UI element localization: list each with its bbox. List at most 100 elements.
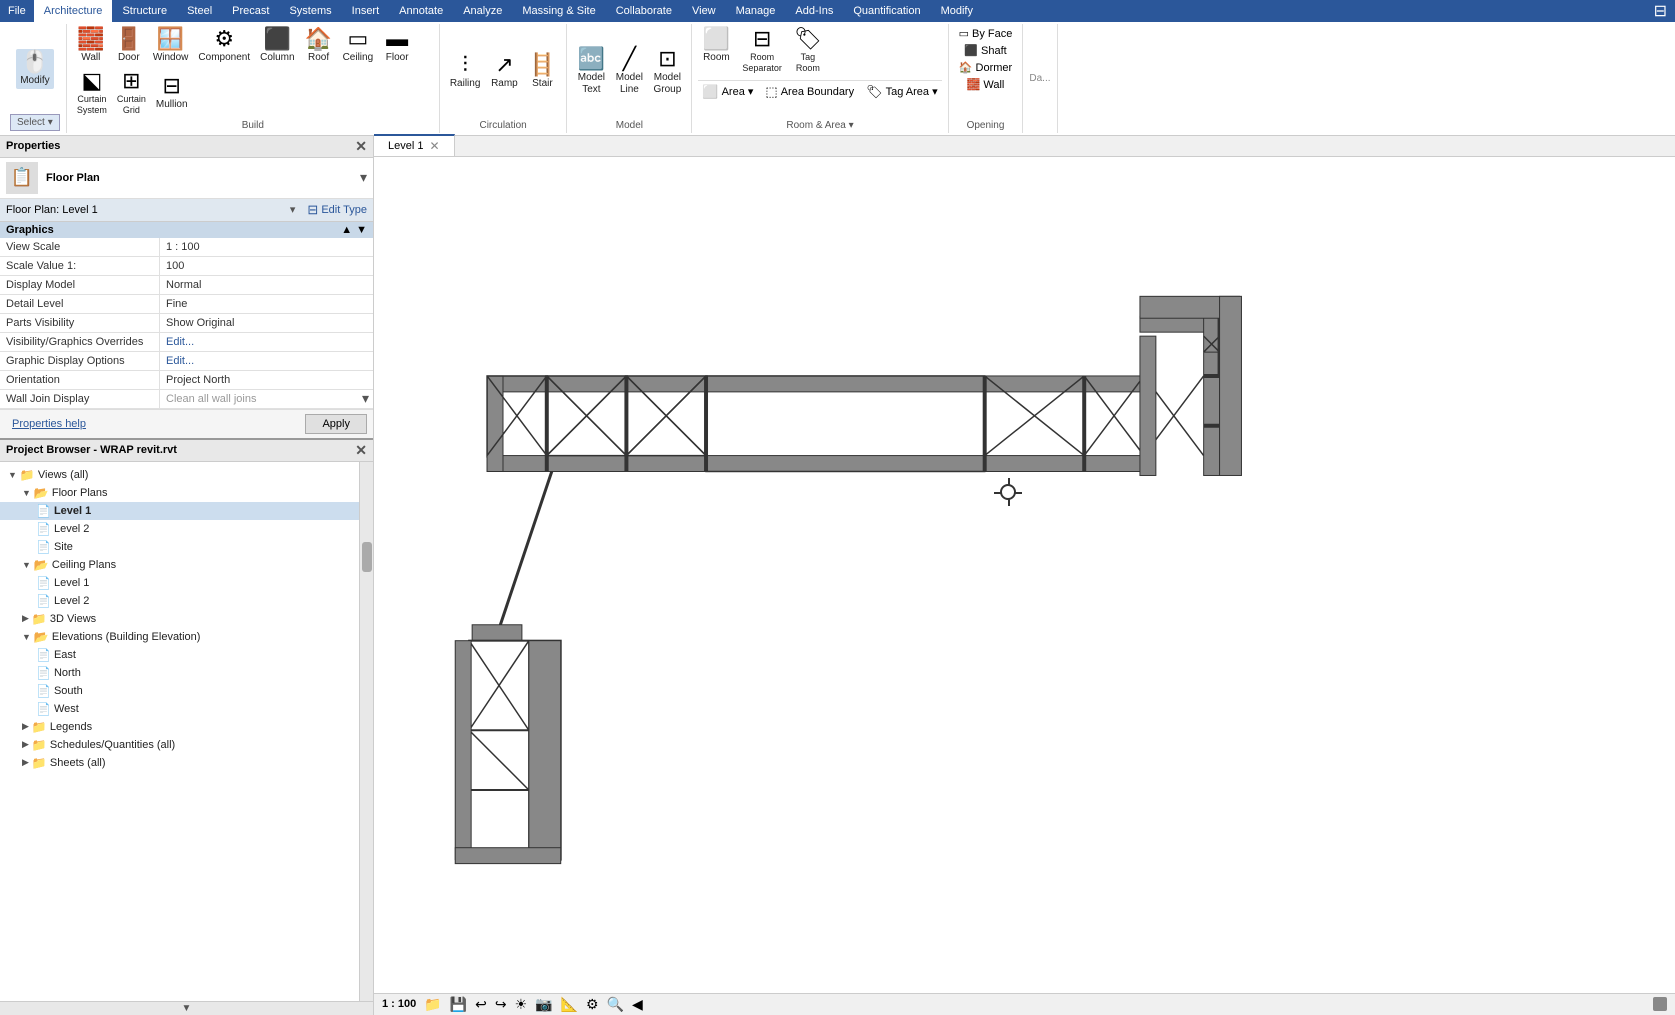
tab-analyze[interactable]: Analyze: [453, 0, 512, 22]
project-browser-close-button[interactable]: ✕: [355, 442, 367, 459]
status-icon-more2[interactable]: 🔍: [607, 996, 624, 1013]
expand-ceiling-plans-icon: ▼: [22, 560, 31, 570]
room-button[interactable]: ⬜ Room: [698, 26, 734, 76]
dormer-button[interactable]: 🏠 Dormer: [955, 60, 1016, 75]
stair-button[interactable]: 🪜 Stair: [524, 52, 560, 92]
tree-west[interactable]: 📄 West: [0, 700, 359, 718]
model-group-button[interactable]: ⊡ ModelGroup: [649, 46, 685, 98]
tab-systems[interactable]: Systems: [279, 0, 341, 22]
tree-views-all[interactable]: ▼ 📁 Views (all): [0, 466, 359, 484]
tab-structure[interactable]: Structure: [112, 0, 177, 22]
status-nav-left[interactable]: ◀: [632, 996, 643, 1013]
tab-quantification[interactable]: Quantification: [843, 0, 930, 22]
model-text-button[interactable]: 🔤 ModelText: [573, 46, 609, 98]
room-separator-button[interactable]: ⊟ RoomSeparator: [738, 26, 786, 76]
modify-button[interactable]: 🖱️ Modify: [16, 49, 53, 89]
tree-elevations[interactable]: ▼ 📂 Elevations (Building Elevation): [0, 628, 359, 646]
canvas-status-bar: 1 : 100 📁 💾 ↩ ↪ ☀ 📷 📐 ⚙ 🔍 ◀: [374, 993, 1675, 1015]
floor-plan-level-dropdown[interactable]: ▾: [290, 203, 296, 216]
ceiling-button[interactable]: ▭ Ceiling: [339, 26, 378, 66]
expand-floor-plans-icon: ▼: [22, 488, 31, 498]
ceiling-level2-icon: 📄: [36, 594, 51, 608]
tag-room-button[interactable]: 🏷 TagRoom: [790, 26, 826, 76]
tree-ceiling-level1[interactable]: 📄 Level 1: [0, 574, 359, 592]
window-button[interactable]: 🪟 Window: [149, 26, 193, 66]
status-icon-redo[interactable]: ↪: [495, 996, 507, 1013]
tree-floor-plans[interactable]: ▼ 📂 Floor Plans: [0, 484, 359, 502]
wall-button[interactable]: 🧱 Wall: [73, 26, 109, 66]
graphic-display-edit-button[interactable]: Edit...: [160, 352, 373, 370]
tree-legends[interactable]: ▶ 📁 Legends: [0, 718, 359, 736]
canvas-tab-level1[interactable]: Level 1 ✕: [374, 134, 455, 156]
railing-icon: ⫶: [462, 54, 468, 76]
properties-close-button[interactable]: ✕: [355, 138, 367, 155]
tree-schedules[interactable]: ▶ 📁 Schedules/Quantities (all): [0, 736, 359, 754]
section-expand-icon[interactable]: ▼: [356, 224, 367, 236]
tab-insert[interactable]: Insert: [342, 0, 390, 22]
elevations-label: Elevations (Building Elevation): [52, 631, 201, 643]
tree-east[interactable]: 📄 East: [0, 646, 359, 664]
status-icon-camera[interactable]: 📷: [535, 996, 552, 1013]
status-icon-folder[interactable]: 📁: [424, 996, 441, 1013]
tab-precast[interactable]: Precast: [222, 0, 279, 22]
door-button[interactable]: 🚪 Door: [111, 26, 147, 66]
status-icon-undo[interactable]: ↩: [475, 996, 487, 1013]
select-button[interactable]: Select ▾: [10, 114, 60, 131]
tab-file[interactable]: File: [0, 0, 34, 22]
tab-steel[interactable]: Steel: [177, 0, 222, 22]
ribbon-toggle[interactable]: ⊟: [1654, 1, 1667, 21]
tree-3d-views[interactable]: ▶ 📁 3D Views: [0, 610, 359, 628]
tree-level1[interactable]: 📄 Level 1: [0, 502, 359, 520]
datum-label: Da...: [1029, 73, 1050, 84]
tree-ceiling-plans[interactable]: ▼ 📂 Ceiling Plans: [0, 556, 359, 574]
canvas-tab-close-button[interactable]: ✕: [429, 139, 439, 153]
tab-collaborate[interactable]: Collaborate: [606, 0, 682, 22]
model-line-button[interactable]: ╱ ModelLine: [611, 46, 647, 98]
tree-site[interactable]: 📄 Site: [0, 538, 359, 556]
tab-annotate[interactable]: Annotate: [389, 0, 453, 22]
ramp-button[interactable]: ↗ Ramp: [486, 52, 522, 92]
tree-sheets[interactable]: ▶ 📁 Sheets (all): [0, 754, 359, 772]
column-button[interactable]: ⬛ Column: [256, 26, 298, 66]
roof-button[interactable]: 🏠 Roof: [301, 26, 337, 66]
apply-button[interactable]: Apply: [305, 414, 367, 434]
curtain-system-button[interactable]: ⬕ CurtainSystem: [73, 68, 111, 118]
tab-view[interactable]: View: [682, 0, 726, 22]
mullion-button[interactable]: ⊟ Mullion: [152, 73, 192, 113]
tab-manage[interactable]: Manage: [726, 0, 786, 22]
tree-level2[interactable]: 📄 Level 2: [0, 520, 359, 538]
tab-modify[interactable]: Modify: [931, 0, 983, 22]
shaft-button[interactable]: ⬛ Shaft: [960, 43, 1010, 58]
status-icon-save[interactable]: 💾: [450, 996, 467, 1013]
status-icon-measure[interactable]: 📐: [561, 996, 578, 1013]
properties-help-link[interactable]: Properties help: [6, 414, 92, 434]
canvas-viewport[interactable]: [374, 157, 1675, 993]
tab-architecture[interactable]: Architecture: [34, 0, 113, 22]
floor-button[interactable]: ▬ Floor: [379, 26, 415, 66]
prop-graphic-display: Graphic Display Options Edit...: [0, 352, 373, 371]
area-boundary-button[interactable]: ⬚ Area Boundary: [761, 83, 858, 101]
curtain-grid-button[interactable]: ⊞ CurtainGrid: [113, 68, 150, 118]
status-icon-more1[interactable]: ⚙: [586, 996, 599, 1013]
tree-south[interactable]: 📄 South: [0, 682, 359, 700]
dormer-label: Dormer: [976, 62, 1013, 74]
tree-ceiling-level2[interactable]: 📄 Level 2: [0, 592, 359, 610]
status-icon-sun[interactable]: ☀: [515, 996, 528, 1013]
status-thumb[interactable]: [1653, 997, 1667, 1011]
area-button[interactable]: ⬜ Area ▾: [698, 83, 757, 101]
opening-wall-button[interactable]: 🧱 Wall: [963, 77, 1009, 92]
tab-massing[interactable]: Massing & Site: [512, 0, 605, 22]
browser-bottom-scroll[interactable]: ▼: [0, 1001, 373, 1015]
component-button[interactable]: ⚙ Component: [194, 26, 254, 66]
railing-button[interactable]: ⫶ Railing: [446, 52, 485, 92]
vis-graphics-edit-button[interactable]: Edit...: [160, 333, 373, 351]
floor-plan-dropdown-arrow[interactable]: ▾: [360, 169, 367, 186]
tree-north[interactable]: 📄 North: [0, 664, 359, 682]
tab-addins[interactable]: Add-Ins: [785, 0, 843, 22]
prop-scroll-down[interactable]: ▾: [362, 390, 373, 408]
section-collapse-icon[interactable]: ▲: [341, 224, 352, 236]
browser-scrollbar[interactable]: [359, 462, 373, 1001]
by-face-button[interactable]: ▭ By Face: [955, 26, 1017, 41]
edit-type-button[interactable]: ⊟ Edit Type: [307, 202, 367, 218]
tag-area-button[interactable]: 🏷 Tag Area ▾: [862, 83, 942, 101]
